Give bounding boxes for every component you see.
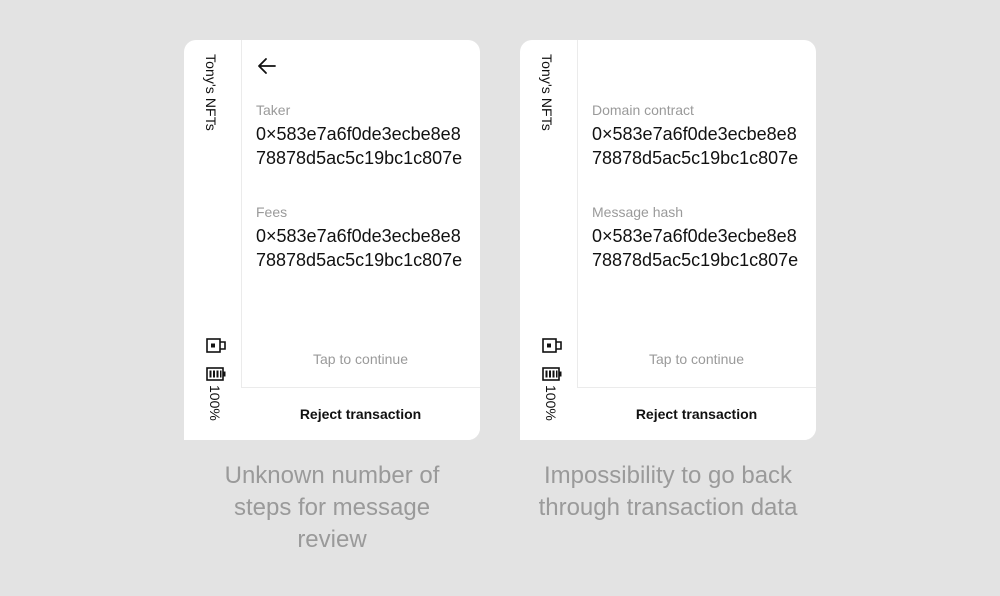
- battery-percentage: 100%: [207, 385, 223, 421]
- usb-icon: [542, 338, 562, 353]
- review-panel: Domain contract 0×583e7a6f0de3ecbe8e8788…: [577, 40, 816, 440]
- reject-transaction-button[interactable]: Reject transaction: [241, 387, 480, 440]
- device-screen-right: Tony's NFTs 100% Domain contract 0×583e7…: [520, 40, 816, 440]
- field-value: 0×583e7a6f0de3ecbe8e878878d5ac5c19bc1c80…: [256, 124, 463, 168]
- battery-icon: [206, 367, 226, 381]
- field-value: 0×583e7a6f0de3ecbe8e878878d5ac5c19bc1c80…: [592, 124, 799, 168]
- tap-to-continue[interactable]: Tap to continue: [577, 351, 816, 367]
- app-name: Tony's NFTs: [203, 54, 219, 131]
- arrow-left-icon[interactable]: [255, 54, 279, 78]
- field-label: Taker: [256, 102, 291, 118]
- device-screen-left: Tony's NFTs 100% Taker 0×583e7a6f0de3ecb…: [184, 40, 480, 440]
- tap-to-continue[interactable]: Tap to continue: [241, 351, 480, 367]
- field-taker: Taker 0×583e7a6f0de3ecbe8e878878d5ac5c19…: [256, 101, 471, 170]
- field-message-hash: Message hash 0×583e7a6f0de3ecbe8e878878d…: [592, 203, 807, 272]
- field-domain-contract: Domain contract 0×583e7a6f0de3ecbe8e8788…: [592, 101, 807, 170]
- field-label: Fees: [256, 204, 288, 220]
- usb-icon: [206, 338, 226, 353]
- field-label: Domain contract: [592, 102, 694, 118]
- status-sidebar: Tony's NFTs 100%: [184, 40, 242, 440]
- review-panel: Taker 0×583e7a6f0de3ecbe8e878878d5ac5c19…: [241, 40, 480, 440]
- caption-right: Impossibility to go back through transac…: [538, 462, 798, 521]
- caption-left: Unknown number of steps for message revi…: [224, 462, 440, 553]
- battery-icon: [542, 367, 562, 381]
- reject-transaction-button[interactable]: Reject transaction: [577, 387, 816, 440]
- app-name: Tony's NFTs: [539, 54, 555, 131]
- field-label: Message hash: [592, 204, 684, 220]
- field-value: 0×583e7a6f0de3ecbe8e878878d5ac5c19bc1c80…: [592, 226, 799, 270]
- battery-percentage: 100%: [543, 385, 559, 421]
- field-value: 0×583e7a6f0de3ecbe8e878878d5ac5c19bc1c80…: [256, 226, 463, 270]
- field-fees: Fees 0×583e7a6f0de3ecbe8e878878d5ac5c19b…: [256, 203, 471, 272]
- status-sidebar: Tony's NFTs 100%: [520, 40, 578, 440]
